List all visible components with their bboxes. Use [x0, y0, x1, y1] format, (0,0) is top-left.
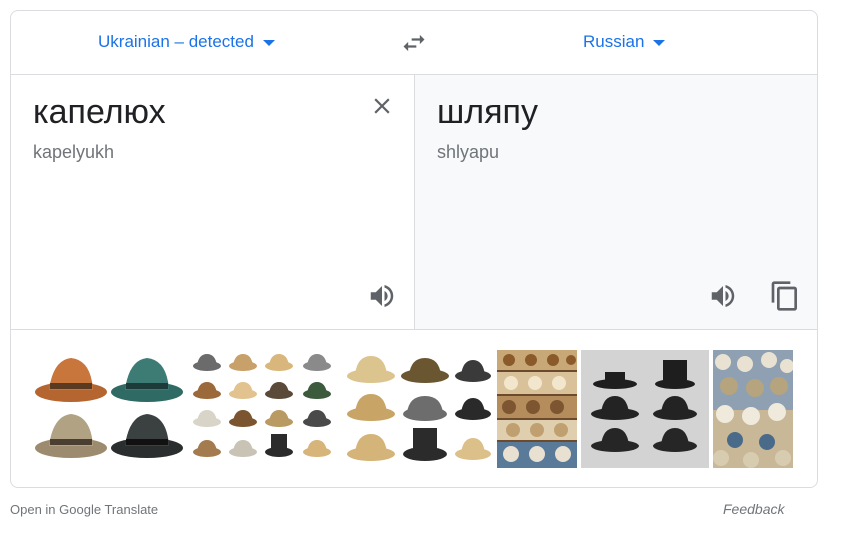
copy-translation-button[interactable] [769, 279, 801, 313]
listen-target-button[interactable] [708, 281, 738, 311]
language-bar: Ukrainian – detected Russian [11, 11, 817, 75]
clear-source-button[interactable] [369, 93, 395, 119]
listen-source-button[interactable] [367, 281, 397, 311]
source-text[interactable]: капелюх [33, 93, 166, 132]
image-result[interactable] [581, 350, 709, 468]
target-panel: шляпу shlyapu [414, 75, 817, 329]
source-panel[interactable]: капелюх kapelyukh [11, 75, 414, 329]
image-results-strip [11, 329, 817, 487]
source-language-label: Ukrainian – detected [98, 32, 254, 51]
speaker-icon [370, 285, 394, 307]
image-result[interactable] [497, 350, 577, 468]
open-in-google-translate-link[interactable]: Open in Google Translate [10, 502, 158, 517]
caret-down-icon [262, 40, 275, 46]
source-transliteration: kapelyukh [33, 142, 115, 162]
copy-icon [771, 281, 797, 311]
target-language-dropdown[interactable]: Russian [583, 32, 666, 52]
caret-down-icon [653, 40, 666, 46]
target-language-label: Russian [583, 32, 645, 51]
image-result[interactable] [713, 350, 793, 468]
target-transliteration: shlyapu [437, 142, 500, 162]
image-result[interactable] [33, 350, 185, 468]
speaker-icon [711, 285, 735, 307]
feedback-link[interactable]: Feedback [723, 501, 784, 517]
close-icon [374, 98, 390, 114]
target-text: шляпу [437, 93, 538, 131]
swap-languages-button[interactable] [400, 29, 428, 57]
image-result[interactable] [343, 350, 493, 468]
source-language-dropdown[interactable]: Ukrainian – detected [98, 32, 275, 52]
swap-arrows-icon [403, 34, 425, 52]
translate-card: Ukrainian – detected Russian капелюх kap… [10, 10, 818, 488]
image-result[interactable] [189, 350, 337, 468]
